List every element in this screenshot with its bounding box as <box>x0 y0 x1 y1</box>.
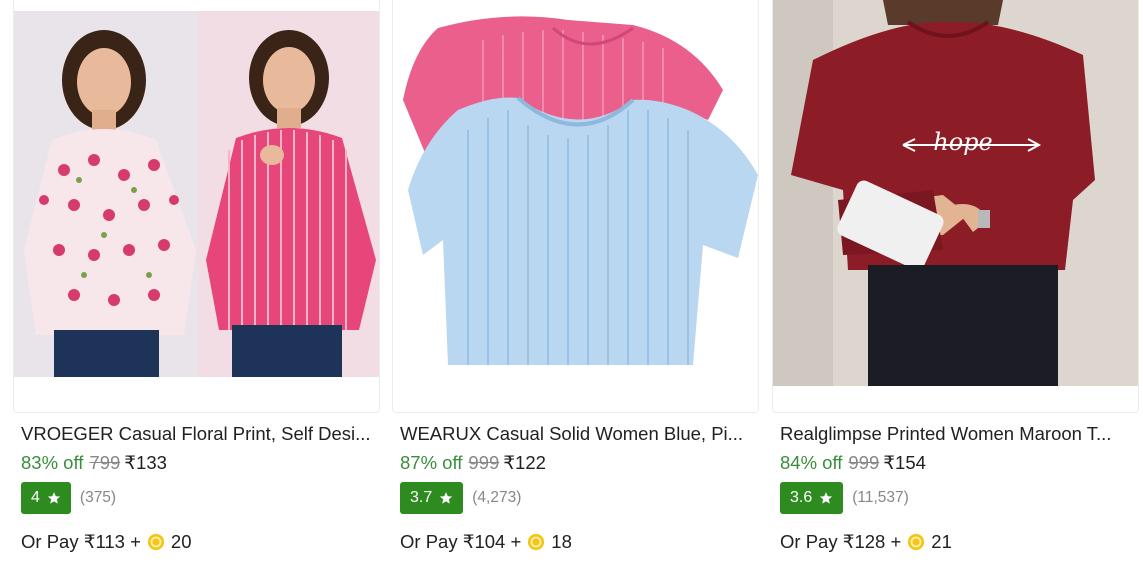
original-price: 799 <box>89 452 121 473</box>
sale-price: ₹122 <box>503 452 546 473</box>
coin-icon <box>907 533 925 551</box>
rating-count: (11,537) <box>852 489 909 506</box>
rating-badge: 4 <box>21 482 71 514</box>
coin-count: 20 <box>170 531 192 552</box>
original-price: 999 <box>848 452 880 473</box>
product-card[interactable]: WEARUX Casual Solid Women Blue, Pi... 87… <box>392 0 759 566</box>
coin-icon <box>527 533 545 551</box>
pay-with-coins-row: Or Pay ₹104 + 18 <box>400 530 572 554</box>
discount-label: 83% off <box>21 452 84 473</box>
pay-price-label: Or Pay ₹104 + <box>400 531 522 552</box>
coin-count: 18 <box>551 531 572 552</box>
rating-badge: 3.6 <box>780 482 844 514</box>
star-icon <box>47 491 61 505</box>
price-row: 83% off 799 ₹133 <box>21 451 167 475</box>
rating-value: 3.7 <box>410 489 433 506</box>
pay-with-coins-row: Or Pay ₹113 + 20 <box>21 530 192 554</box>
product-image[interactable]: hope <box>772 0 1139 413</box>
pay-price-label: Or Pay ₹113 + <box>21 531 141 552</box>
product-title[interactable]: WEARUX Casual Solid Women Blue, Pi... <box>400 422 758 446</box>
svg-text:hope: hope <box>933 128 992 156</box>
price-row: 87% off 999 ₹122 <box>400 451 546 475</box>
coin-count: 21 <box>931 531 952 552</box>
original-price: 999 <box>468 452 500 473</box>
product-title[interactable]: Realglimpse Printed Women Maroon T... <box>780 422 1138 446</box>
sale-price: ₹154 <box>883 452 926 473</box>
rating-value: 4 <box>31 489 40 506</box>
rating-count: (375) <box>79 489 117 506</box>
rating-value: 3.6 <box>790 489 813 506</box>
pay-with-coins-row: Or Pay ₹128 + 21 <box>780 530 952 554</box>
product-title[interactable]: VROEGER Casual Floral Print, Self Desi..… <box>21 422 379 446</box>
rating-row: 3.6 (11,537) <box>780 482 909 514</box>
rating-row: 3.7 (4,273) <box>400 482 521 514</box>
rating-row: 4 (375) <box>21 482 116 514</box>
price-row: 84% off 999 ₹154 <box>780 451 926 475</box>
discount-label: 87% off <box>400 452 463 473</box>
rating-count: (4,273) <box>472 489 522 506</box>
pay-price-label: Or Pay ₹128 + <box>780 531 902 552</box>
star-icon <box>819 491 833 505</box>
product-image[interactable] <box>392 0 759 413</box>
star-icon <box>439 491 453 505</box>
product-image[interactable] <box>13 0 380 413</box>
coin-icon <box>147 533 165 551</box>
sale-price: ₹133 <box>124 452 167 473</box>
rating-badge: 3.7 <box>400 482 464 514</box>
product-card[interactable]: hope Realglimpse Printed Women Maroon T.… <box>772 0 1139 566</box>
product-card[interactable]: VROEGER Casual Floral Print, Self Desi..… <box>13 0 380 566</box>
discount-label: 84% off <box>780 452 843 473</box>
